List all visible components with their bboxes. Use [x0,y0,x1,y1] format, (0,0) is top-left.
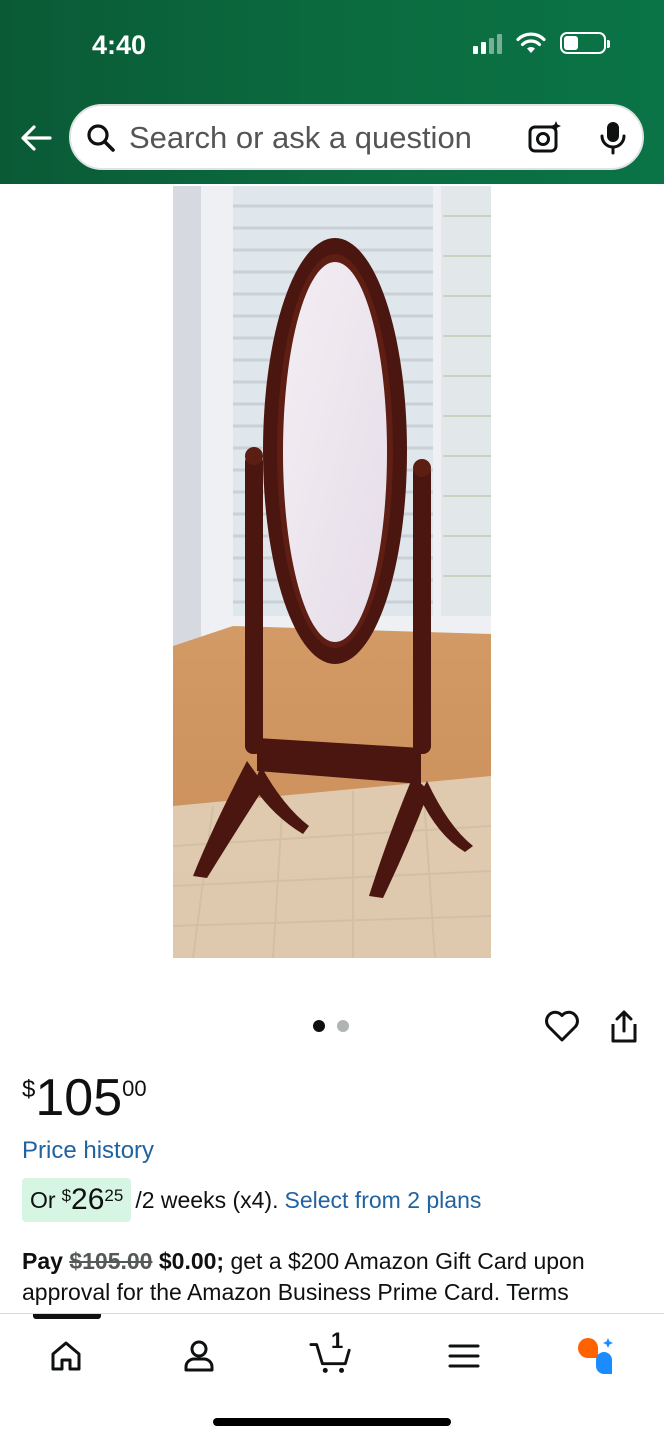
installment-fraction: 25 [104,1186,124,1205]
product-price: $ 105 00 [22,1068,147,1128]
rufus-icon [578,1338,613,1374]
status-icons [473,32,610,54]
promo-original-price: $105.00 [69,1248,153,1274]
home-icon [51,1341,81,1371]
cart-count-badge: 1 [331,1328,344,1353]
battery-icon [560,32,610,54]
installment-offer: Or $ 26 25 /2 weeks (x4). Select from 2 … [22,1178,481,1222]
back-arrow-icon[interactable] [18,120,54,156]
nav-account[interactable] [177,1334,221,1378]
price-fraction: 00 [122,1076,147,1101]
select-plans-link[interactable]: Select from 2 plans [284,1187,481,1214]
installment-whole: 26 [71,1183,105,1216]
wifi-icon [516,32,546,53]
nav-home[interactable] [44,1334,88,1378]
nav-rufus[interactable] [573,1334,617,1378]
price-history-link[interactable]: Price history [22,1137,154,1165]
promo-pay-label: Pay [22,1248,63,1274]
price-whole: 105 [35,1069,123,1127]
installment-price-badge: Or $ 26 25 [22,1178,132,1222]
camera-icon[interactable] [527,120,563,156]
share-icon[interactable] [608,1009,640,1045]
search-bar[interactable] [69,104,644,170]
card-promo: Pay $105.00 $0.00; get a $200 Amazon Gif… [22,1246,642,1308]
carousel-dot[interactable] [337,1020,349,1032]
account-icon [184,1340,214,1372]
installment-symbol: $ [61,1186,72,1205]
microphone-icon[interactable] [597,120,629,156]
menu-icon [448,1344,480,1368]
carousel-indicator[interactable] [313,1020,349,1032]
signal-icon [473,32,502,54]
installment-prefix: Or [30,1186,56,1213]
search-input[interactable] [129,118,509,158]
product-image[interactable] [173,186,491,958]
status-time: 4:40 [92,30,147,60]
carousel-dot-active[interactable] [313,1020,325,1032]
installment-suffix: /2 weeks (x4). [135,1186,279,1213]
promo-terms-link[interactable]: Terms [506,1279,569,1305]
price-symbol: $ [22,1076,36,1103]
nav-cart[interactable]: 1 [309,1328,353,1378]
home-indicator [213,1418,451,1426]
promo-new-price: $0.00; [158,1248,225,1274]
nav-active-indicator [33,1314,101,1319]
app-header: 4:40 [0,0,664,184]
search-icon [87,124,115,152]
heart-icon[interactable] [544,1009,580,1043]
mirror-illustration [173,186,491,958]
nav-menu[interactable] [442,1334,486,1378]
